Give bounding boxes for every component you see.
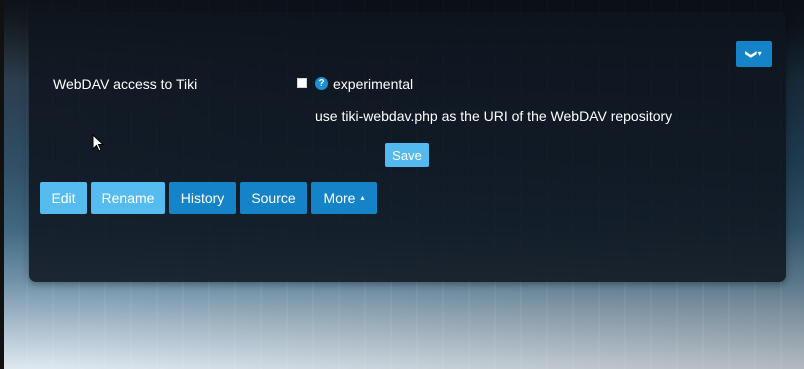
history-button[interactable]: History — [169, 182, 236, 214]
more-button-label: More — [323, 190, 356, 206]
chevron-down-icon: ❯ — [745, 49, 758, 59]
source-button[interactable]: Source — [240, 182, 307, 214]
more-button[interactable]: More ▴ — [311, 182, 377, 214]
save-button[interactable]: Save — [385, 143, 429, 167]
rename-button[interactable]: Rename — [91, 182, 165, 214]
experimental-label: experimental — [333, 76, 414, 92]
left-edge-bar — [0, 0, 4, 369]
feature-label: WebDAV access to Tiki — [53, 76, 198, 92]
feature-checkbox[interactable] — [297, 78, 307, 88]
mouse-cursor-icon — [92, 134, 104, 152]
caret-up-icon: ▴ — [360, 193, 365, 202]
question-circle-icon[interactable]: ? — [315, 77, 328, 90]
panel-dropdown-toggle[interactable]: ❯ ▾ — [736, 41, 772, 67]
caret-down-icon: ▾ — [757, 49, 762, 58]
edit-button[interactable]: Edit — [40, 182, 87, 214]
feature-hint: use tiki-webdav.php as the URI of the We… — [315, 108, 673, 124]
